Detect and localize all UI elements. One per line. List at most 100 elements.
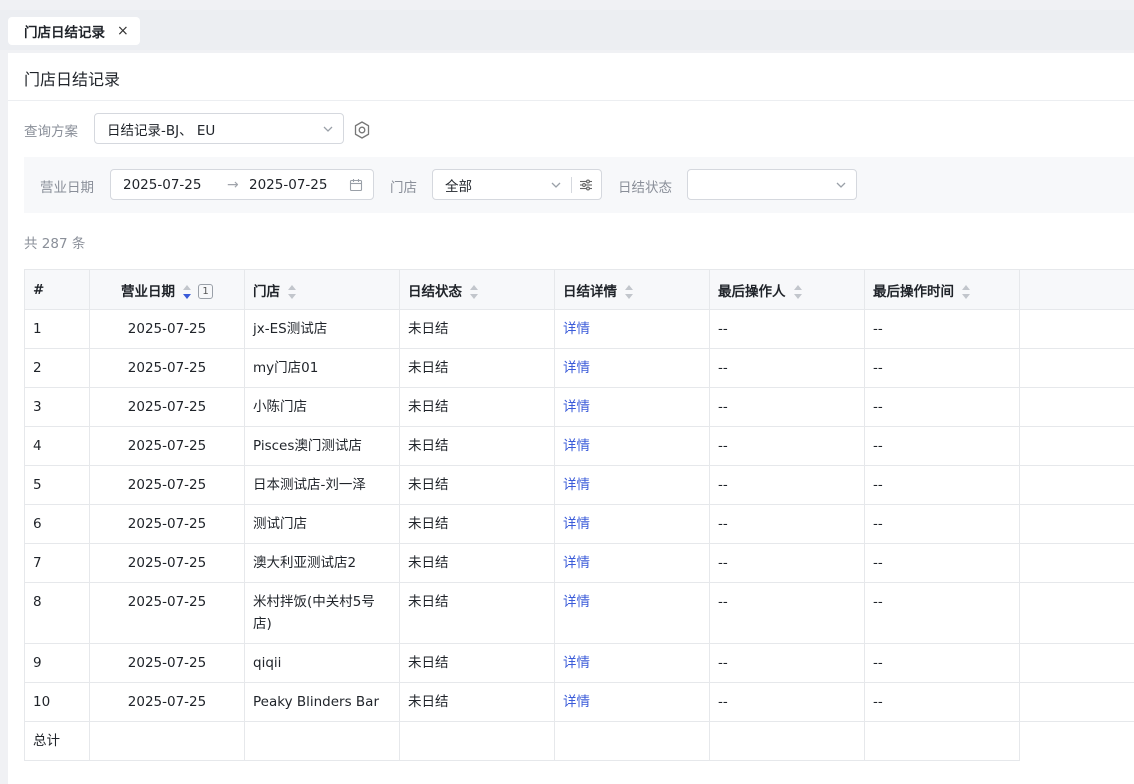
cell-time: -- xyxy=(864,682,1020,722)
date-range-picker[interactable]: 2025-07-25 → 2025-07-25 xyxy=(110,169,374,200)
sort-icon[interactable] xyxy=(793,284,802,299)
col-header-label: 最后操作时间 xyxy=(873,283,954,300)
cell-time: -- xyxy=(864,348,1020,388)
sort-icon[interactable] xyxy=(962,284,970,299)
page-title: 门店日结记录 xyxy=(24,70,121,89)
cell-status: 未日结 xyxy=(399,309,555,349)
business-date-label: 营业日期 xyxy=(40,180,94,196)
tab-label: 门店日结记录 xyxy=(24,25,105,41)
detail-link[interactable]: 详情 xyxy=(563,555,590,571)
detail-link[interactable]: 详情 xyxy=(563,477,590,493)
settlement-status-select[interactable] xyxy=(687,169,857,200)
detail-link[interactable]: 详情 xyxy=(563,694,590,710)
query-scheme-label: 查询方案 xyxy=(24,124,78,140)
col-header-label: 营业日期 xyxy=(121,283,175,300)
total-row: 总计 xyxy=(24,721,1134,761)
cell-operator: -- xyxy=(709,582,865,644)
query-scheme-select[interactable]: 日结记录-BJ、 EU xyxy=(94,113,344,144)
cell-time: -- xyxy=(864,426,1020,466)
cell-index: 6 xyxy=(24,504,90,544)
col-header-filler xyxy=(1019,269,1134,310)
cell-operator: -- xyxy=(709,682,865,722)
cell-date: 2025-07-25 xyxy=(89,504,245,544)
sort-icon[interactable] xyxy=(470,284,478,299)
main-panel: 门店日结记录 查询方案 日结记录-BJ、 EU 营业日期 2025-07-25 … xyxy=(8,53,1134,784)
sort-icon[interactable] xyxy=(288,284,296,299)
cell-index: 5 xyxy=(24,465,90,505)
cell-status: 未日结 xyxy=(399,465,555,505)
date-start[interactable]: 2025-07-25 xyxy=(123,177,201,193)
filter-settings-icon[interactable] xyxy=(579,178,593,192)
total-cell xyxy=(399,721,555,761)
date-end[interactable]: 2025-07-25 xyxy=(249,177,327,193)
table-row: 6 2025-07-25 测试门店 未日结 详情 -- -- xyxy=(24,504,1134,544)
cell-filler xyxy=(1020,722,1134,761)
tab-store-daily-settlement[interactable]: 门店日结记录 × xyxy=(8,17,140,45)
col-header-date[interactable]: 营业日期 1 xyxy=(89,269,245,310)
detail-link[interactable]: 详情 xyxy=(563,438,590,454)
col-header-label: 门店 xyxy=(253,283,280,300)
col-header-operator[interactable]: 最后操作人 xyxy=(709,269,865,310)
table-row: 8 2025-07-25 米村拌饭(中关村5号店) 未日结 详情 -- -- xyxy=(24,582,1134,644)
cell-date: 2025-07-25 xyxy=(89,682,245,722)
cell-operator: -- xyxy=(709,309,865,349)
cell-time: -- xyxy=(864,543,1020,583)
table-row: 4 2025-07-25 Pisces澳门测试店 未日结 详情 -- -- xyxy=(24,426,1134,466)
detail-link[interactable]: 详情 xyxy=(563,594,590,610)
cell-filler xyxy=(1019,582,1134,644)
cell-store: my门店01 xyxy=(244,348,400,388)
cell-store: Pisces澳门测试店 xyxy=(244,426,400,466)
cell-filler xyxy=(1019,348,1134,388)
col-header-index: # xyxy=(24,269,90,310)
query-scheme-value: 日结记录-BJ、 EU xyxy=(107,122,216,139)
chevron-down-icon xyxy=(836,182,846,188)
table-row: 9 2025-07-25 qiqii 未日结 详情 -- -- xyxy=(24,643,1134,683)
table-header-row: # 营业日期 1 门店 日结状态 日结详情 最后操作人 最后操作时间 xyxy=(24,269,1134,310)
cell-operator: -- xyxy=(709,387,865,427)
arrow-right-icon: → xyxy=(227,176,239,193)
store-select[interactable]: 全部 xyxy=(432,169,602,200)
cell-filler xyxy=(1019,504,1134,544)
table-row: 2 2025-07-25 my门店01 未日结 详情 -- -- xyxy=(24,348,1134,388)
filter-bar: 营业日期 2025-07-25 → 2025-07-25 门店 全部 日结状态 xyxy=(24,157,1134,213)
cell-store: jx-ES测试店 xyxy=(244,309,400,349)
cell-index: 7 xyxy=(24,543,90,583)
total-cell xyxy=(709,721,865,761)
cell-date: 2025-07-25 xyxy=(89,643,245,683)
record-count: 共 287 条 xyxy=(24,236,86,252)
detail-link[interactable]: 详情 xyxy=(563,321,590,337)
sort-desc-icon[interactable] xyxy=(183,284,191,299)
detail-link[interactable]: 详情 xyxy=(563,360,590,376)
detail-link[interactable]: 详情 xyxy=(563,655,590,671)
cell-store: Peaky Blinders Bar xyxy=(244,682,400,722)
select-divider xyxy=(571,176,572,193)
table-row: 1 2025-07-25 jx-ES测试店 未日结 详情 -- -- xyxy=(24,309,1134,349)
detail-link[interactable]: 详情 xyxy=(563,516,590,532)
cell-status: 未日结 xyxy=(399,426,555,466)
col-header-time[interactable]: 最后操作时间 xyxy=(864,269,1020,310)
table-row: 10 2025-07-25 Peaky Blinders Bar 未日结 详情 -- -- xyxy=(24,682,1134,722)
table-row: 7 2025-07-25 澳大利亚测试店2 未日结 详情 -- -- xyxy=(24,543,1134,583)
cell-date: 2025-07-25 xyxy=(89,543,245,583)
settlement-table: # 营业日期 1 门店 日结状态 日结详情 最后操作人 最后操作时间 1 2025-… xyxy=(24,269,1134,761)
total-cell xyxy=(244,721,400,761)
col-header-store[interactable]: 门店 xyxy=(244,269,400,310)
table-row: 3 2025-07-25 小陈门店 未日结 详情 -- -- xyxy=(24,387,1134,427)
close-icon[interactable]: × xyxy=(117,23,129,39)
sort-icon[interactable] xyxy=(625,284,633,299)
col-header-detail[interactable]: 日结详情 xyxy=(554,269,710,310)
cell-store: 测试门店 xyxy=(244,504,400,544)
cell-index: 2 xyxy=(24,348,90,388)
gear-icon[interactable] xyxy=(352,120,372,140)
detail-link[interactable]: 详情 xyxy=(563,399,590,415)
cell-operator: -- xyxy=(709,348,865,388)
cell-date: 2025-07-25 xyxy=(89,465,245,505)
cell-status: 未日结 xyxy=(399,504,555,544)
col-header-status[interactable]: 日结状态 xyxy=(399,269,555,310)
cell-operator: -- xyxy=(709,465,865,505)
cell-store: 澳大利亚测试店2 xyxy=(244,543,400,583)
cell-store: qiqii xyxy=(244,643,400,683)
cell-date: 2025-07-25 xyxy=(89,426,245,466)
cell-filler xyxy=(1019,387,1134,427)
cell-store: 米村拌饭(中关村5号店) xyxy=(244,582,400,644)
